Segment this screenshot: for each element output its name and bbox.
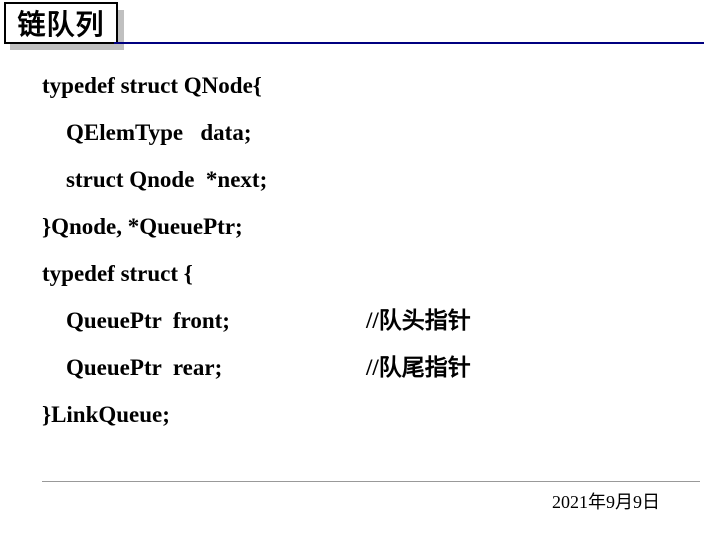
code-line: QueuePtr rear; //队尾指针 (42, 356, 720, 379)
title-box: 链队列 (4, 2, 118, 44)
slide-title: 链队列 (17, 3, 104, 43)
code-line: QueuePtr front; //队头指针 (42, 309, 720, 332)
slide-footer: 2021年9月9日 (42, 481, 700, 514)
code-text: QueuePtr front; (66, 309, 366, 332)
code-comment: //队头指针 (366, 309, 471, 332)
header-rule (114, 42, 704, 44)
code-line: QElemType data; (42, 121, 720, 144)
code-block: typedef struct QNode{ QElemType data; st… (0, 56, 720, 426)
footer-date: 2021年9月9日 (42, 488, 700, 514)
code-comment: //队尾指针 (366, 356, 471, 379)
code-text: QueuePtr rear; (66, 356, 366, 379)
code-line: typedef struct { (42, 262, 720, 285)
footer-rule (42, 481, 700, 482)
code-line: struct Qnode *next; (42, 168, 720, 191)
code-line: }LinkQueue; (42, 403, 720, 426)
code-line: typedef struct QNode{ (42, 74, 720, 97)
slide-header: 链队列 (0, 0, 720, 56)
code-line: }Qnode, *QueuePtr; (42, 215, 720, 238)
